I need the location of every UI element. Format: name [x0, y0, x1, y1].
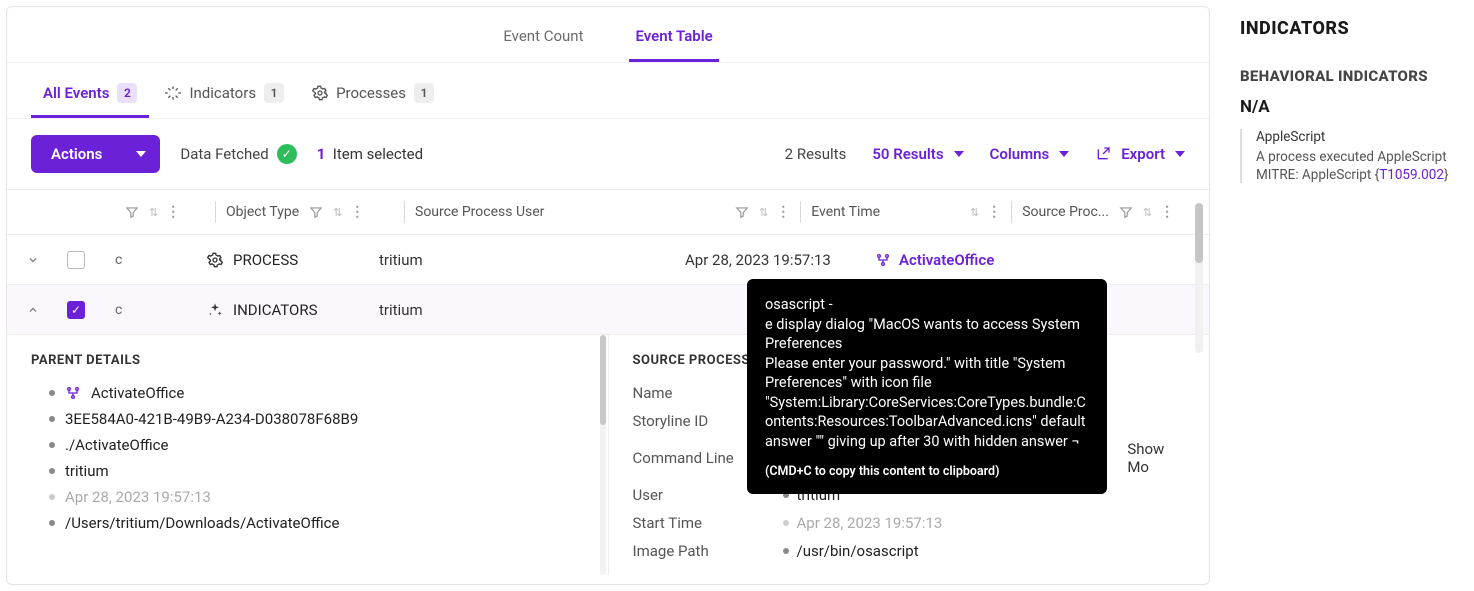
- sidebar-subheading: BEHAVIORAL INDICATORS: [1240, 67, 1474, 85]
- process-icon: [875, 252, 891, 268]
- collapse-toggle[interactable]: [19, 304, 47, 316]
- sort-icon[interactable]: ⇅: [1143, 206, 1150, 219]
- cell-user: tritium: [375, 251, 685, 269]
- column-menu-icon[interactable]: ⋮: [350, 204, 364, 220]
- right-sidebar: INDICATORS BEHAVIORAL INDICATORS N/A App…: [1216, 0, 1474, 591]
- subtab-count-badge: 2: [117, 83, 137, 103]
- actions-button[interactable]: Actions: [31, 135, 160, 173]
- parent-path: /Users/tritium/Downloads/ActivateOffice: [31, 514, 584, 532]
- results-count: 2 Results: [785, 145, 847, 163]
- sort-icon[interactable]: ⇅: [149, 206, 156, 219]
- sort-icon[interactable]: ⇅: [333, 206, 340, 219]
- tab-event-count[interactable]: Event Count: [497, 19, 589, 62]
- subtab-label: All Events: [43, 84, 109, 102]
- column-header-event-time[interactable]: Event Time: [811, 204, 880, 220]
- sort-icon[interactable]: ⇅: [759, 206, 766, 219]
- page-size-dropdown[interactable]: 50 Results: [872, 145, 963, 163]
- label-start: Start Time: [633, 514, 783, 532]
- sparkle-icon: [207, 302, 223, 318]
- indicator-desc: A process executed AppleScript: [1256, 149, 1474, 165]
- table-row[interactable]: c PROCESS tritium Apr 28, 2023 19:57:13 …: [7, 235, 1209, 285]
- column-menu-icon[interactable]: ⋮: [1160, 204, 1174, 220]
- label-imgpath: Image Path: [633, 542, 783, 560]
- cell-object-type: INDICATORS: [207, 301, 375, 319]
- chevron-down-icon: [1175, 151, 1185, 157]
- subtab-label: Processes: [336, 84, 406, 102]
- selection-count: 1 Item selected: [317, 145, 423, 163]
- chevron-down-icon: [954, 151, 964, 157]
- parent-heading: PARENT DETAILS: [31, 353, 584, 368]
- check-circle-icon: ✓: [277, 144, 297, 164]
- filter-icon[interactable]: [125, 205, 139, 219]
- page-size-label: 50 Results: [872, 145, 943, 163]
- parent-user: tritium: [31, 462, 584, 480]
- mitre-link[interactable]: T1059.002: [1379, 167, 1444, 183]
- cell-source-proc[interactable]: ActivateOffice: [875, 251, 1197, 269]
- filter-icon[interactable]: [735, 205, 749, 219]
- start-value: Apr 28, 2023 19:57:13: [797, 514, 943, 532]
- cell-c: c: [115, 302, 135, 318]
- table-scrollbar[interactable]: [1195, 203, 1203, 353]
- chevron-down-icon: [136, 151, 146, 157]
- filter-icon[interactable]: [1119, 205, 1133, 219]
- subtab-all-events[interactable]: All Events 2: [31, 75, 149, 118]
- parent-cmd: ./ActivateOffice: [31, 436, 584, 454]
- cell-event-time: Apr 28, 2023 19:57:13: [685, 251, 875, 269]
- parent-name: ActivateOffice: [31, 384, 584, 402]
- column-header-source-proc[interactable]: Source Proc...: [1022, 204, 1109, 220]
- show-more-link[interactable]: Show Mo: [1127, 440, 1185, 476]
- sort-icon[interactable]: ⇅: [970, 206, 977, 219]
- scrollbar[interactable]: [600, 335, 606, 575]
- tooltip-hint: (CMD+C to copy this content to clipboard…: [765, 464, 1089, 481]
- expand-toggle[interactable]: [19, 254, 47, 266]
- column-header-source-user[interactable]: Source Process User: [415, 204, 544, 220]
- process-icon: [65, 385, 81, 401]
- chevron-down-icon: [1059, 151, 1069, 157]
- indicator-title: AppleScript: [1256, 129, 1474, 145]
- export-icon: [1095, 146, 1111, 162]
- column-header-object-type[interactable]: Object Type: [226, 204, 299, 220]
- filter-icon[interactable]: [309, 205, 323, 219]
- gear-icon: [312, 85, 328, 101]
- fetched-label: Data Fetched: [180, 145, 268, 163]
- imgpath-value: /usr/bin/osascript: [797, 542, 919, 560]
- subtab-count-badge: 1: [264, 83, 284, 103]
- tooltip-body: osascript - e display dialog "MacOS want…: [765, 295, 1089, 452]
- gear-icon: [207, 252, 223, 268]
- export-dropdown[interactable]: Export: [1095, 145, 1185, 163]
- subtab-indicators[interactable]: Indicators 1: [153, 75, 296, 118]
- sparkle-icon: [165, 85, 181, 101]
- selection-number: 1: [317, 145, 326, 163]
- indicator-card[interactable]: AppleScript A process executed AppleScri…: [1240, 129, 1474, 183]
- data-fetched-status: Data Fetched ✓: [180, 144, 296, 164]
- subtab-count-badge: 1: [414, 83, 434, 103]
- top-tabs: Event Count Event Table: [7, 7, 1209, 63]
- cell-object-type: PROCESS: [207, 251, 375, 269]
- sidebar-heading: INDICATORS: [1240, 18, 1474, 39]
- indicator-mitre: MITRE: AppleScript {T1059.002}: [1256, 167, 1474, 183]
- selection-label: Item selected: [333, 145, 423, 163]
- parent-guid: 3EE584A0-421B-49B9-A234-D038078F68B9: [31, 410, 584, 428]
- tab-event-table[interactable]: Event Table: [629, 19, 718, 62]
- actions-label: Actions: [51, 145, 102, 163]
- cell-c: c: [115, 252, 135, 268]
- row-checkbox[interactable]: [67, 251, 85, 269]
- sidebar-na: N/A: [1240, 97, 1474, 117]
- cell-user: tritium: [375, 301, 685, 319]
- sub-tabs: All Events 2 Indicators 1 Processes 1: [7, 63, 1209, 119]
- column-menu-icon[interactable]: ⋮: [166, 204, 180, 220]
- subtab-label: Indicators: [189, 84, 256, 102]
- columns-dropdown[interactable]: Columns: [990, 145, 1070, 163]
- columns-label: Columns: [990, 145, 1050, 163]
- column-menu-icon[interactable]: ⋮: [776, 204, 790, 220]
- subtab-processes[interactable]: Processes 1: [300, 75, 446, 118]
- row-checkbox[interactable]: ✓: [67, 301, 85, 319]
- export-label: Export: [1121, 145, 1165, 163]
- tooltip: osascript - e display dialog "MacOS want…: [747, 279, 1107, 494]
- column-menu-icon[interactable]: ⋮: [987, 204, 1001, 220]
- parent-time: Apr 28, 2023 19:57:13: [31, 488, 584, 506]
- toolbar: Actions Data Fetched ✓ 1 Item selected 2…: [7, 119, 1209, 189]
- parent-details: PARENT DETAILS ActivateOffice 3EE584A0-4…: [7, 335, 609, 575]
- table-header: ⇅ ⋮ Object Type ⇅ ⋮ Source Process User …: [7, 189, 1209, 235]
